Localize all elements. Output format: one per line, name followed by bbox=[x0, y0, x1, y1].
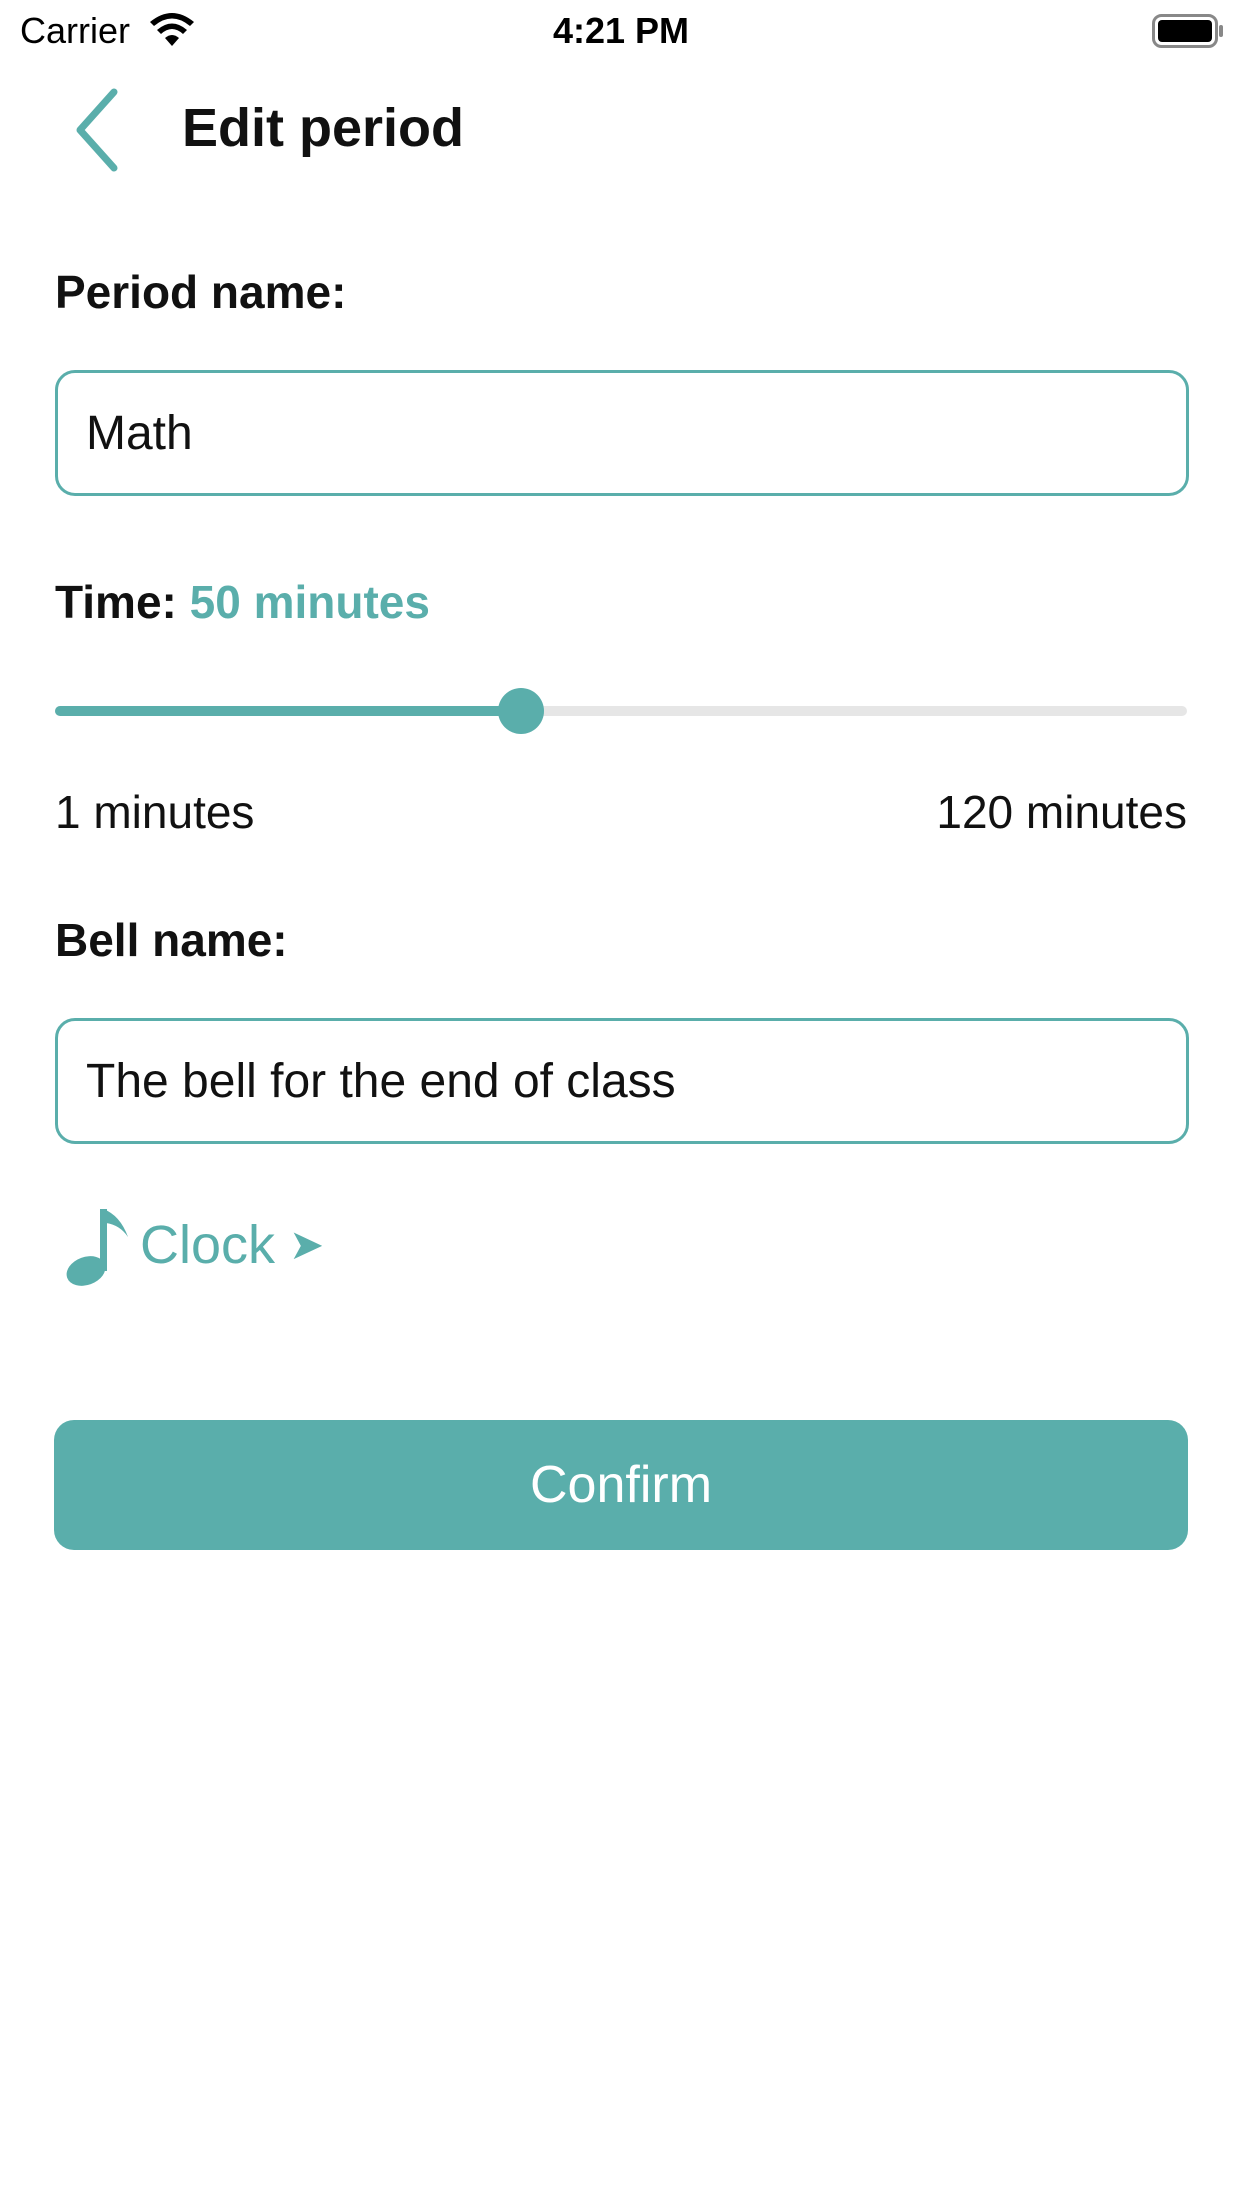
period-name-label: Period name: bbox=[55, 266, 347, 318]
page-title: Edit period bbox=[182, 98, 464, 158]
period-name-input[interactable] bbox=[55, 370, 1189, 496]
time-value: 50 minutes bbox=[189, 576, 430, 628]
time-label: Time: bbox=[55, 576, 177, 628]
slider-fill bbox=[55, 706, 521, 716]
arrow-right-icon: ➤ bbox=[289, 1221, 325, 1268]
status-bar: Carrier 4:21 PM bbox=[0, 0, 1242, 62]
back-button[interactable] bbox=[56, 84, 136, 176]
bell-sound-label: Clock bbox=[140, 1215, 276, 1275]
navigation-bar: Edit period bbox=[0, 62, 1242, 192]
slider-min-label: 1 minutes bbox=[55, 786, 255, 838]
confirm-button[interactable]: Confirm bbox=[54, 1420, 1188, 1550]
bell-name-input[interactable] bbox=[55, 1018, 1189, 1144]
time-row: Time: 50 minutes bbox=[55, 574, 430, 630]
slider-thumb[interactable] bbox=[498, 688, 544, 734]
time-slider[interactable] bbox=[55, 684, 1187, 738]
bell-sound-link[interactable]: Clock ➤ bbox=[62, 1200, 324, 1290]
battery-icon bbox=[1152, 14, 1224, 48]
music-note-icon bbox=[66, 1209, 128, 1286]
bell-name-label: Bell name: bbox=[55, 914, 288, 966]
slider-max-label: 120 minutes bbox=[936, 786, 1187, 838]
status-time: 4:21 PM bbox=[552, 10, 690, 51]
chevron-left-icon bbox=[76, 88, 118, 172]
